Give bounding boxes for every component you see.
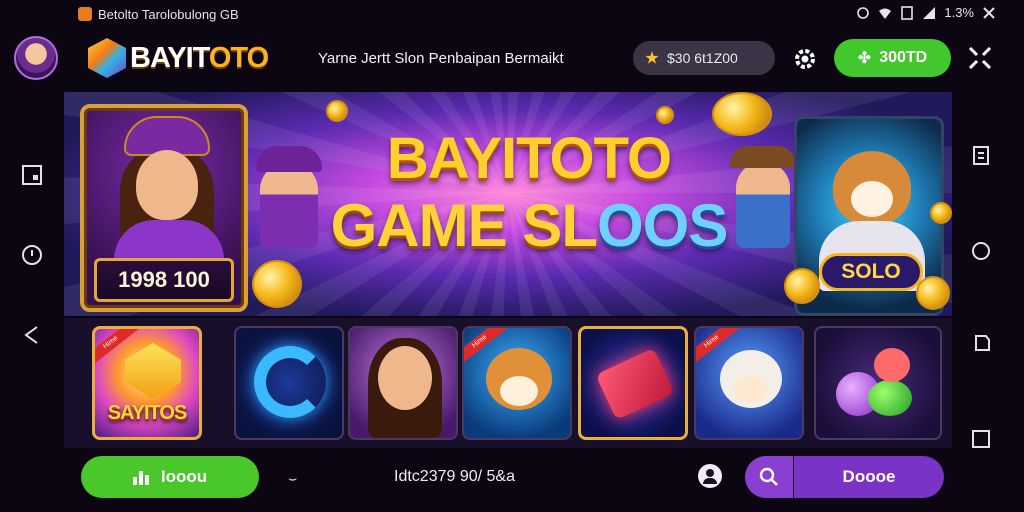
coin-icon <box>930 202 952 224</box>
game-tile-red-gem[interactable] <box>578 326 688 440</box>
banner-title-line1: BAYITOTO <box>386 126 672 191</box>
hero-banner[interactable]: 1998 100 BAYITOTO GAME SLOOS SOLO <box>64 92 952 316</box>
solo-badge: SOLO <box>819 253 923 291</box>
chart-icon <box>132 469 151 485</box>
recents-icon[interactable] <box>968 426 994 452</box>
dragon-icon <box>874 348 910 382</box>
header-tagline: Yarne Jertt Slon Penbaipan Bermaikt <box>318 50 564 67</box>
sync-icon <box>857 6 870 19</box>
game-tile-bear[interactable]: Hime <box>694 326 804 440</box>
red-gem-icon <box>595 347 675 421</box>
play-button[interactable]: Iooou <box>81 456 259 498</box>
banner-title-line2: GAME SLOOS <box>330 192 729 259</box>
banner-character-frame: 1998 100 <box>80 104 248 312</box>
app-logo[interactable]: BAYITOTO <box>88 38 269 78</box>
logo-gem-icon <box>88 38 126 78</box>
clipboard-icon[interactable] <box>968 142 994 168</box>
deposit-label: 300TD <box>879 49 928 66</box>
banner-character-cowboy <box>730 146 796 248</box>
coin-icon <box>784 268 820 304</box>
sim-icon <box>901 5 914 20</box>
bird-icon[interactable]: ⌣ <box>288 470 297 487</box>
logo-text: BAYITOTO <box>130 41 269 74</box>
coin-icon <box>326 100 348 122</box>
coin-icon <box>656 106 674 124</box>
banner-character-gnome <box>256 146 322 248</box>
home-circle-icon[interactable] <box>968 238 994 264</box>
coin-icon <box>252 260 302 308</box>
star-icon <box>645 51 659 64</box>
game-tiles-row: Hime SAYITOS Hime Hime <box>64 318 952 448</box>
close-icon[interactable] <box>982 6 996 20</box>
game-tile-sayitos[interactable]: Hime SAYITOS <box>92 326 202 440</box>
green-cauldron-icon <box>868 380 912 416</box>
search-icon <box>759 467 778 486</box>
character-face <box>136 150 198 220</box>
top-header: BAYITOTO Yarne Jertt Slon Penbaipan Berm… <box>0 30 1024 90</box>
game-tile-potions[interactable] <box>814 326 942 440</box>
bear-mascot <box>720 350 782 408</box>
status-indicators: 1.3% <box>856 5 996 20</box>
coin-icon <box>916 276 950 310</box>
status-notification-text: Betolto Tarolobulong GB <box>98 6 239 22</box>
info-icon[interactable] <box>19 242 45 268</box>
banner-title: BAYITOTO GAME SLOOS <box>314 130 744 256</box>
user-icon[interactable] <box>698 464 722 488</box>
right-nav-rail <box>952 90 1024 512</box>
signal-icon <box>923 6 936 19</box>
gold-bars-icon <box>125 343 181 399</box>
app-notification-icon <box>78 7 92 21</box>
search-button[interactable] <box>745 456 793 498</box>
fox-mascot <box>486 348 552 410</box>
play-label: Iooou <box>160 467 208 486</box>
game-tile-fox[interactable]: Hime <box>462 326 572 440</box>
window-icon[interactable] <box>19 162 45 188</box>
deposit-button[interactable]: ✤ 300TD <box>834 39 951 77</box>
balance-pill[interactable]: $30 6t1Z00 <box>633 41 775 75</box>
status-bar: Betolto Tarolobulong GB 1.3% <box>0 0 1024 28</box>
rotate-icon[interactable] <box>968 330 994 356</box>
bottom-bar: Iooou ⌣ Idtc2379 90/ 5&a Doooe <box>64 448 952 512</box>
jackpot-plaque: 1998 100 <box>94 258 234 302</box>
more-button[interactable]: Doooe <box>794 456 944 498</box>
portal-ring-icon <box>254 346 326 418</box>
left-nav-rail <box>0 90 64 512</box>
battery-text: 1.3% <box>944 5 974 20</box>
balance-value: $30 6t1Z00 <box>667 50 738 66</box>
lady-face <box>378 346 432 410</box>
bottom-info-text: Idtc2379 90/ 5&a <box>394 468 515 485</box>
clover-icon: ✤ <box>857 50 872 67</box>
game-tile-lady[interactable] <box>348 326 458 440</box>
back-icon[interactable] <box>19 322 45 348</box>
wifi-icon <box>879 8 892 19</box>
game-tile-blue-ring[interactable] <box>234 326 344 440</box>
collapse-icon[interactable] <box>966 44 994 72</box>
dog-mascot <box>833 151 911 225</box>
avatar[interactable] <box>14 36 58 80</box>
tile-label: SAYITOS <box>107 402 188 424</box>
gear-icon[interactable] <box>792 46 818 72</box>
